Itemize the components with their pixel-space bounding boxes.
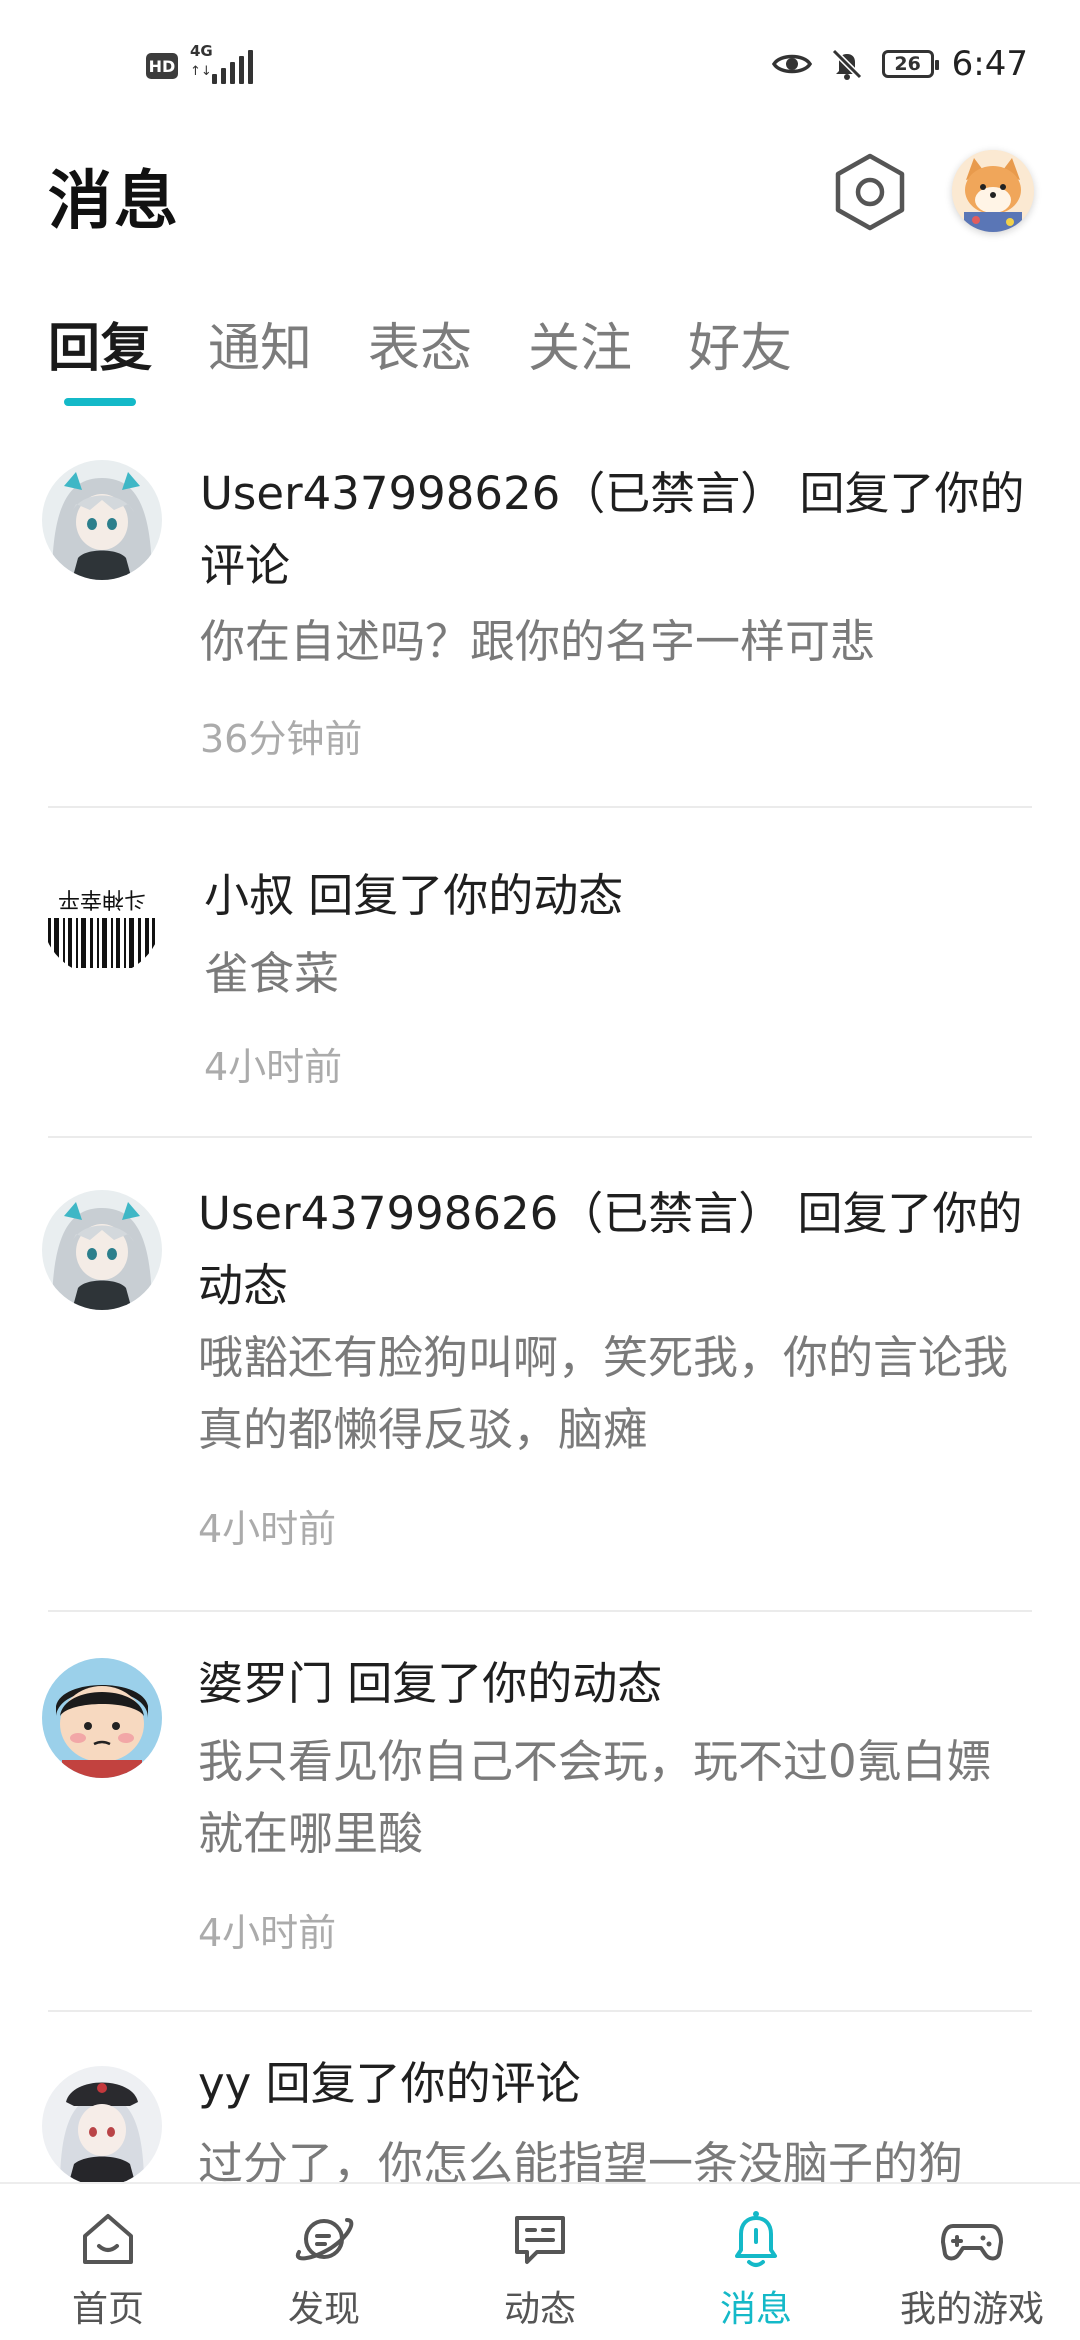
status-bar-right: 26 6:47 <box>771 44 1028 84</box>
signal-icon: 4G ↑↓ <box>190 42 253 86</box>
hd-badge: HD <box>146 53 178 79</box>
status-bar: HD 4G ↑↓ 26 6:47 <box>0 0 1080 130</box>
nav-label: 消息 <box>719 2289 792 2330</box>
tab-follow[interactable]: 关注 <box>528 306 632 381</box>
home-icon <box>83 2214 133 2264</box>
user-avatar[interactable] <box>42 1658 162 1778</box>
message-title: 婆罗门 回复了你的动态 <box>198 1657 663 1710</box>
nav-label: 首页 <box>71 2289 144 2330</box>
bell-icon <box>735 2211 777 2267</box>
user-avatar[interactable] <box>42 2066 162 2182</box>
user-avatar[interactable]: 斗神幸平 <box>42 856 162 976</box>
settings-button[interactable] <box>832 150 908 234</box>
list-item[interactable]: User437998626（已禁言） 回复了你的动态 哦豁还有脸狗叫啊，笑死我，… <box>0 1138 1080 1612</box>
message-tabs: 回复 通知 表态 关注 好友 <box>48 306 792 381</box>
user-avatar[interactable] <box>42 1190 162 1310</box>
chat-card-icon <box>515 2216 565 2264</box>
reply-list: User437998626（已禁言） 回复了你的评论 你在自述吗？跟你的名字一样… <box>0 438 1080 2182</box>
message-time: 4小时前 <box>198 1911 337 1955</box>
message-title: User437998626（已禁言） 回复了你的动态 <box>198 1187 1023 1312</box>
tab-reply[interactable]: 回复 <box>48 306 152 381</box>
gamepad-icon <box>941 2224 1003 2261</box>
anime-hat-girl-avatar <box>42 2066 162 2182</box>
list-item[interactable]: 婆罗门 回复了你的动态 我只看见你自己不会玩，玩不过0氪白嫖就在哪里酸 4小时前 <box>0 1612 1080 2012</box>
signal-bars <box>212 50 253 84</box>
message-body: 哦豁还有脸狗叫啊，笑死我，你的言论我真的都懒得反驳，脑瘫 <box>198 1331 1009 1456</box>
message-time: 36分钟前 <box>200 717 363 761</box>
message-time: 4小时前 <box>204 1045 343 1089</box>
message-title: yy 回复了你的评论 <box>198 2057 581 2110</box>
nav-label: 动态 <box>503 2289 576 2330</box>
network-type: 4G <box>190 42 213 60</box>
tab-reaction[interactable]: 表态 <box>368 306 472 381</box>
list-item[interactable]: yy 回复了你的评论 过分了，你怎么能指望一条没脑子的狗 <box>0 2012 1080 2182</box>
planet-icon <box>295 2218 354 2261</box>
bell-off-icon <box>831 48 862 80</box>
eye-icon <box>771 54 812 74</box>
message-title: User437998626（已禁言） 回复了你的评论 <box>200 467 1025 592</box>
message-body: 你在自述吗？跟你的名字一样可悲 <box>200 615 876 668</box>
user-avatar[interactable] <box>42 460 162 580</box>
profile-avatar-button[interactable] <box>952 150 1034 232</box>
nav-discover[interactable]: 发现 <box>216 2184 432 2340</box>
active-tab-indicator <box>64 398 136 406</box>
message-title: 小叔 回复了你的动态 <box>204 869 624 922</box>
message-body: 我只看见你自己不会玩，玩不过0氪白嫖就在哪里酸 <box>198 1735 992 1860</box>
message-time: 4小时前 <box>198 1507 337 1551</box>
barcode-avatar: 斗神幸平 <box>42 856 162 976</box>
anime-girl-avatar <box>42 1190 162 1310</box>
page-title: 消息 <box>48 165 180 239</box>
hexagon-settings-icon <box>835 153 905 231</box>
tab-friends[interactable]: 好友 <box>688 306 792 381</box>
nav-my-games[interactable]: 我的游戏 <box>864 2184 1080 2340</box>
bottom-nav: 首页 发现 动态 消息 我的游戏 <box>0 2182 1080 2340</box>
cartoon-boy-avatar <box>42 1658 162 1778</box>
list-item[interactable]: 斗神幸平 小叔 回复了你的动态 雀食菜 4小时前 <box>0 808 1080 1138</box>
message-body: 雀食菜 <box>204 947 340 1000</box>
clock: 6:47 <box>951 44 1028 84</box>
nav-messages[interactable]: 消息 <box>648 2184 864 2340</box>
network-arrows: ↑↓ <box>190 64 212 79</box>
nav-label: 发现 <box>287 2289 360 2330</box>
status-bar-left: HD 4G ↑↓ <box>146 42 253 86</box>
anime-girl-avatar <box>42 460 162 580</box>
nav-home[interactable]: 首页 <box>0 2184 216 2340</box>
svg-text:斗神幸平: 斗神幸平 <box>58 886 146 911</box>
app-root: HD 4G ↑↓ 26 6:47 消息 回复 通知 表态 关注 好友 User4… <box>0 0 1080 2340</box>
list-item[interactable]: User437998626（已禁言） 回复了你的评论 你在自述吗？跟你的名字一样… <box>0 438 1080 808</box>
nav-feed[interactable]: 动态 <box>432 2184 648 2340</box>
nav-label: 我的游戏 <box>899 2289 1044 2330</box>
message-body: 过分了，你怎么能指望一条没脑子的狗 <box>198 2137 964 2182</box>
shiba-avatar <box>952 150 1034 232</box>
battery-icon: 26 <box>881 50 939 78</box>
tab-notice[interactable]: 通知 <box>208 306 312 381</box>
